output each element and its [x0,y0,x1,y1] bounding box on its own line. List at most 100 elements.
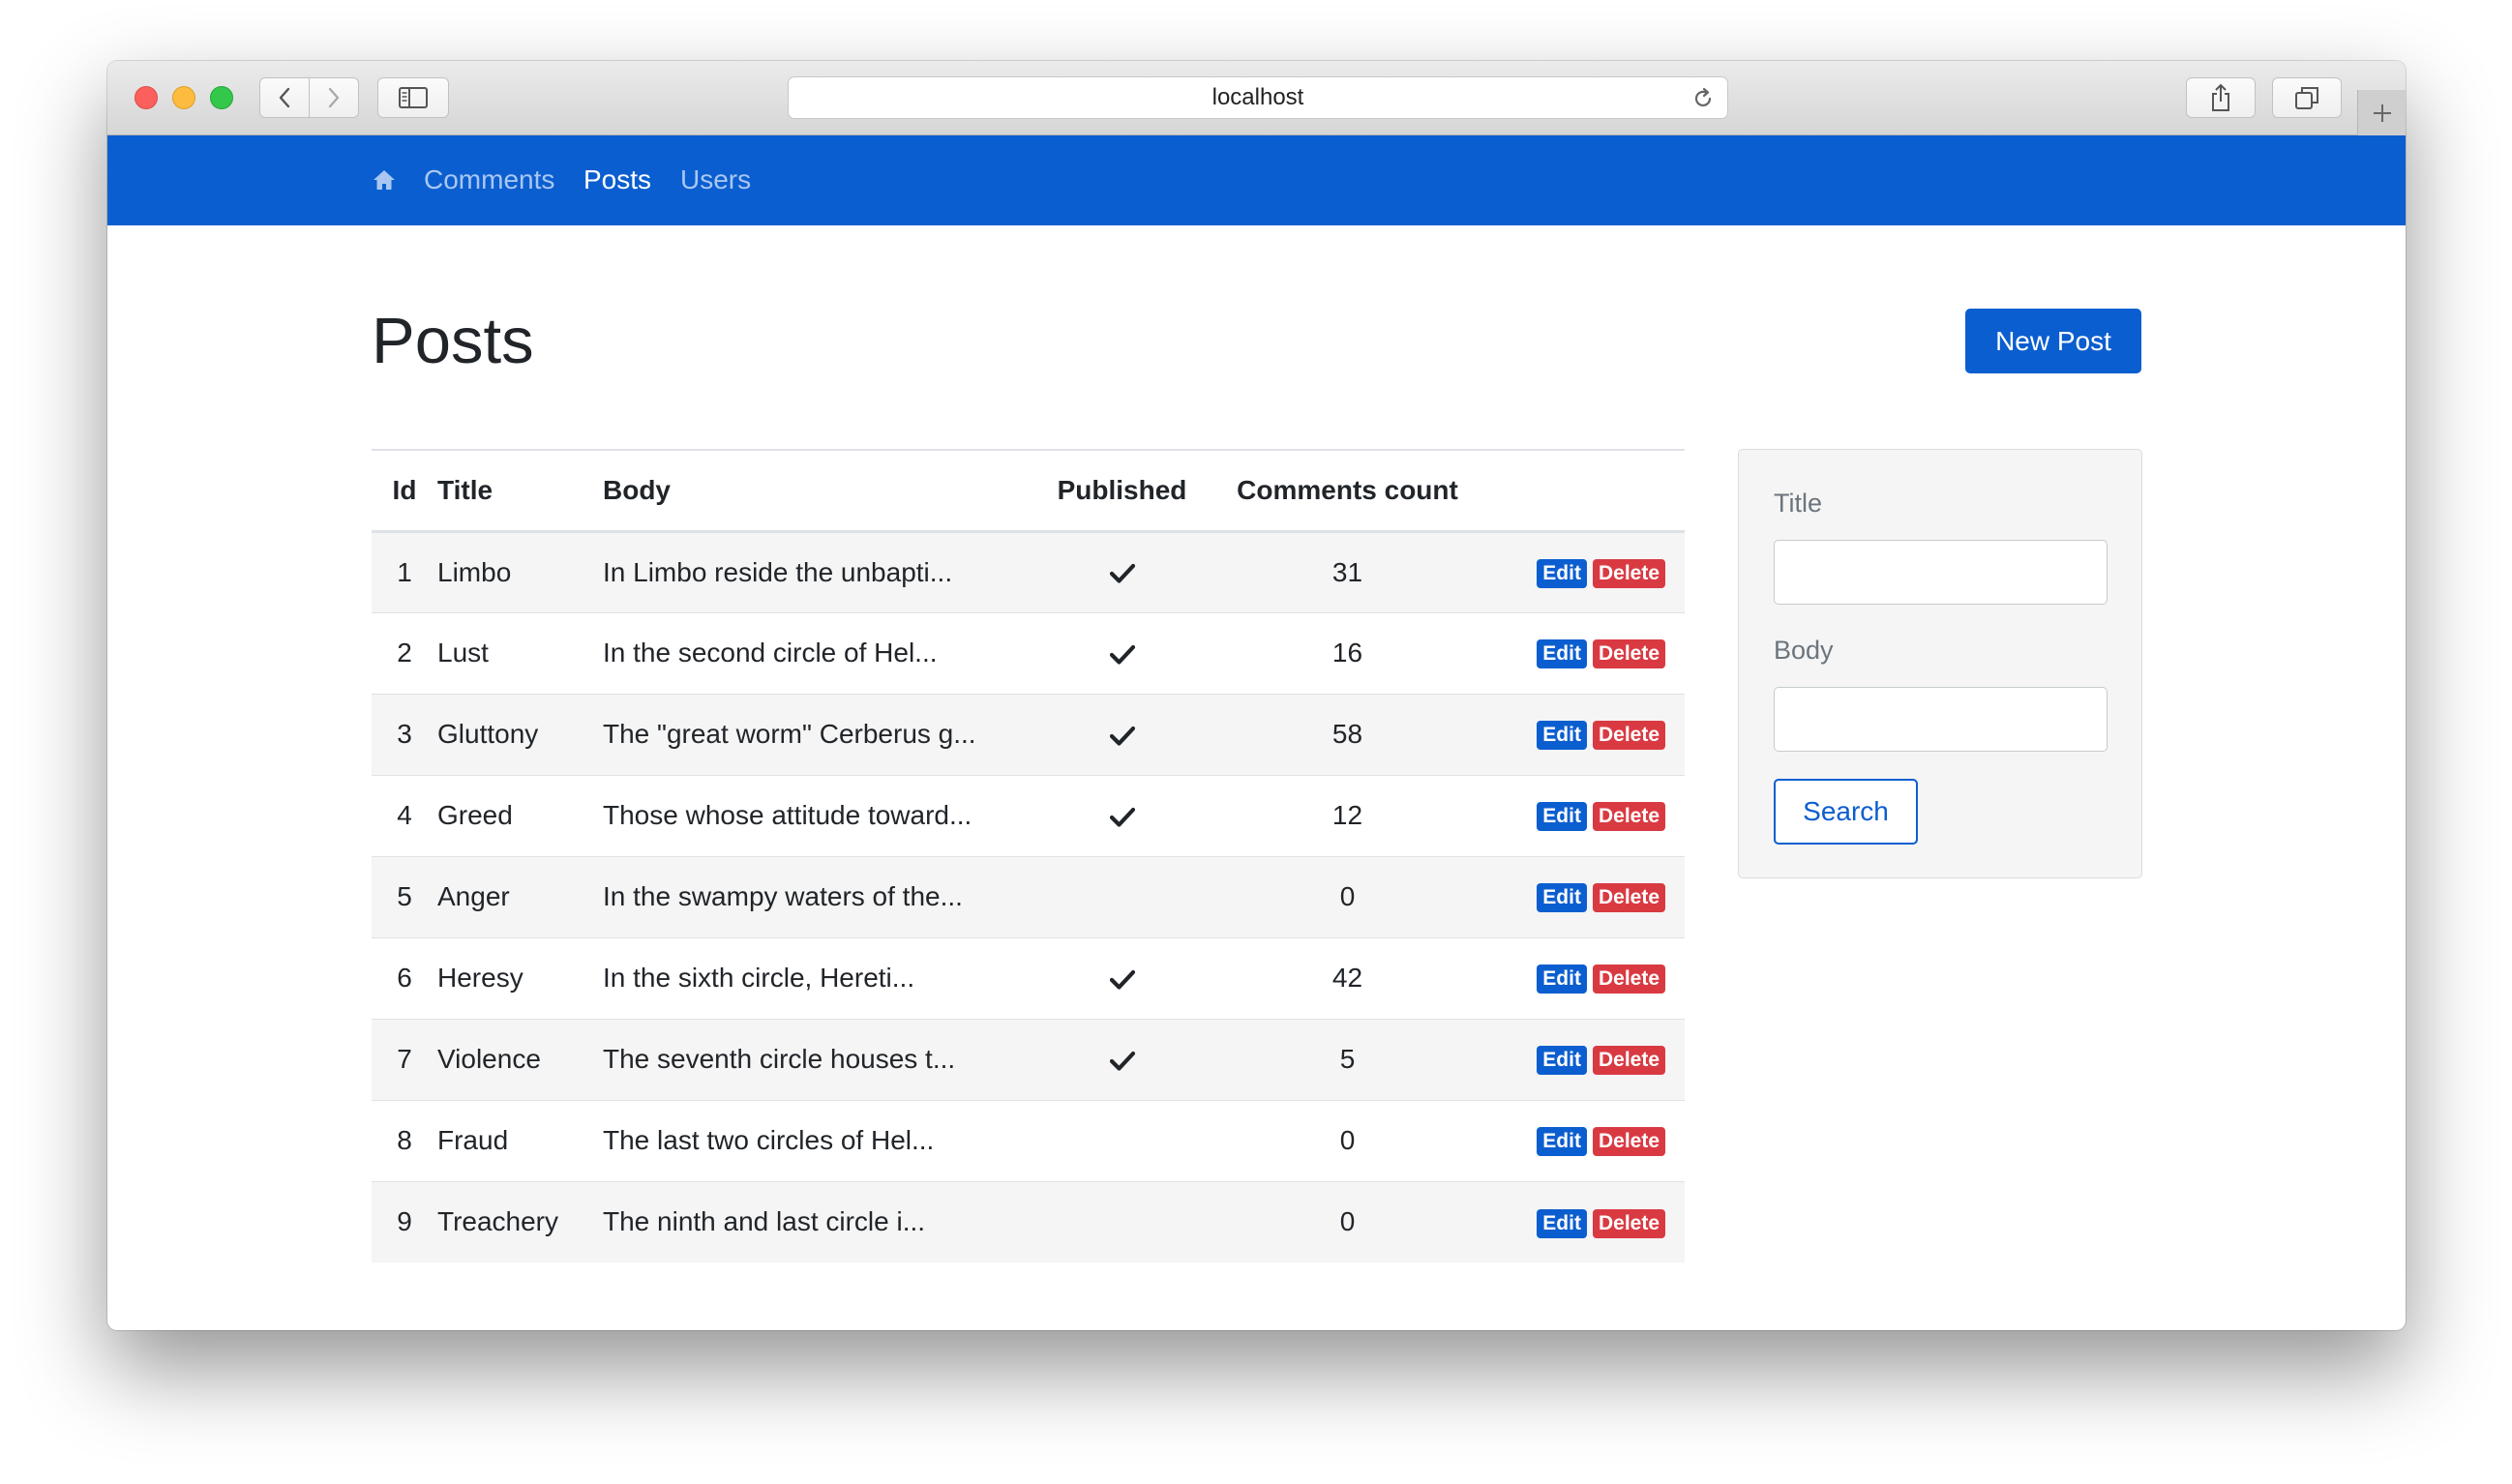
post-body: The "great worm" Cerberus g... [603,693,1009,775]
chevron-left-icon [279,87,290,108]
edit-button[interactable]: Edit [1537,1208,1587,1238]
browser-titlebar: localhost [107,61,2406,135]
delete-button[interactable]: Delete [1592,802,1665,832]
post-published [1009,1018,1235,1100]
close-window-button[interactable] [135,86,158,109]
post-published [1009,774,1235,856]
post-id: 6 [372,936,437,1019]
sidebar-toggle-button[interactable] [377,77,449,118]
delete-button[interactable]: Delete [1592,1127,1665,1157]
post-comments-count: 16 [1235,611,1460,694]
body-filter-input[interactable] [1774,687,2108,752]
app-navbar: Comments Posts Users [107,135,2406,225]
post-comments-count: 12 [1235,774,1460,856]
edit-button[interactable]: Edit [1537,639,1587,669]
edit-button[interactable]: Edit [1537,883,1587,913]
delete-button[interactable]: Delete [1592,965,1665,994]
table-row: 9 Treachery The ninth and last circle i...… [372,1180,1685,1262]
post-published [1009,611,1235,694]
post-id: 3 [372,693,437,775]
nav-link-users[interactable]: Users [680,164,751,195]
title-filter-label: Title [1774,489,1823,518]
browser-window: localhost Comments Posts Users Posts New… [107,61,2406,1330]
show-tabs-button[interactable] [2272,77,2342,118]
address-bar[interactable]: localhost [788,76,1728,119]
post-comments-count: 31 [1235,530,1460,612]
address-url: localhost [1211,84,1304,110]
minimize-window-button[interactable] [172,86,195,109]
table-row: 3 Gluttony The "great worm" Cerberus g... 5… [372,693,1685,775]
new-post-button[interactable]: New Post [1965,309,2141,373]
post-title: Treachery [437,1180,603,1262]
edit-button[interactable]: Edit [1537,802,1587,832]
posts-table: Id Title Body Published Comments count 1… [372,449,1685,1262]
edit-button[interactable]: Edit [1537,721,1587,751]
reload-icon[interactable] [1690,86,1716,111]
check-icon [1109,969,1135,990]
post-id: 7 [372,1018,437,1100]
post-id: 1 [372,530,437,612]
post-body: In the sixth circle, Hereti... [603,936,1009,1019]
search-button[interactable]: Search [1774,779,1918,845]
post-body: Those whose attitude toward... [603,774,1009,856]
title-filter-input[interactable] [1774,540,2108,605]
delete-button[interactable]: Delete [1592,883,1665,913]
home-icon[interactable] [372,167,397,193]
post-id: 5 [372,855,437,937]
post-id: 4 [372,774,437,856]
post-published [1009,936,1235,1019]
post-published [1009,855,1235,937]
delete-button[interactable]: Delete [1592,558,1665,588]
back-button[interactable] [259,77,310,118]
edit-button[interactable]: Edit [1537,1046,1587,1076]
edit-button[interactable]: Edit [1537,558,1587,588]
page-title: Posts [372,305,534,377]
column-header-title: Title [437,449,603,533]
post-actions: Edit Delete [1460,611,1685,694]
post-title: Limbo [437,530,603,612]
nav-link-comments[interactable]: Comments [424,164,554,195]
column-header-actions [1460,449,1685,533]
post-actions: Edit Delete [1460,774,1685,856]
post-published [1009,1180,1235,1262]
check-icon [1109,1051,1135,1071]
post-title: Gluttony [437,693,603,775]
delete-button[interactable]: Delete [1592,1046,1665,1076]
post-body: In the second circle of Hel... [603,611,1009,694]
post-comments-count: 42 [1235,936,1460,1019]
forward-button[interactable] [309,77,359,118]
post-actions: Edit Delete [1460,936,1685,1019]
delete-button[interactable]: Delete [1592,1208,1665,1238]
post-body: The ninth and last circle i... [603,1180,1009,1262]
post-actions: Edit Delete [1460,1099,1685,1181]
table-row: 2 Lust In the second circle of Hel... 16 Edi… [372,611,1685,694]
plus-icon [2373,104,2391,122]
check-icon [1109,726,1135,746]
edit-button[interactable]: Edit [1537,965,1587,994]
delete-button[interactable]: Delete [1592,639,1665,669]
post-title: Violence [437,1018,603,1100]
table-row: 1 Limbo In Limbo reside the unbapti... 31 Ed… [372,530,1685,612]
delete-button[interactable]: Delete [1592,721,1665,751]
post-title: Greed [437,774,603,856]
post-comments-count: 0 [1235,1099,1460,1181]
check-icon [1109,807,1135,827]
new-tab-button[interactable] [2357,90,2406,135]
post-body: In Limbo reside the unbapti... [603,530,1009,612]
edit-button[interactable]: Edit [1537,1127,1587,1157]
share-button[interactable] [2186,77,2256,118]
post-comments-count: 5 [1235,1018,1460,1100]
nav-link-posts[interactable]: Posts [583,164,651,195]
body-filter-label: Body [1774,636,1834,665]
chevron-right-icon [328,87,340,108]
column-header-comments-count: Comments count [1235,449,1460,533]
post-actions: Edit Delete [1460,530,1685,612]
zoom-window-button[interactable] [210,86,233,109]
post-body: The last two circles of Hel... [603,1099,1009,1181]
check-icon [1109,644,1135,665]
post-body: The seventh circle houses t... [603,1018,1009,1100]
post-actions: Edit Delete [1460,855,1685,937]
post-title: Lust [437,611,603,694]
table-row: 7 Violence The seventh circle houses t... 5… [372,1018,1685,1100]
column-header-body: Body [603,449,1009,533]
